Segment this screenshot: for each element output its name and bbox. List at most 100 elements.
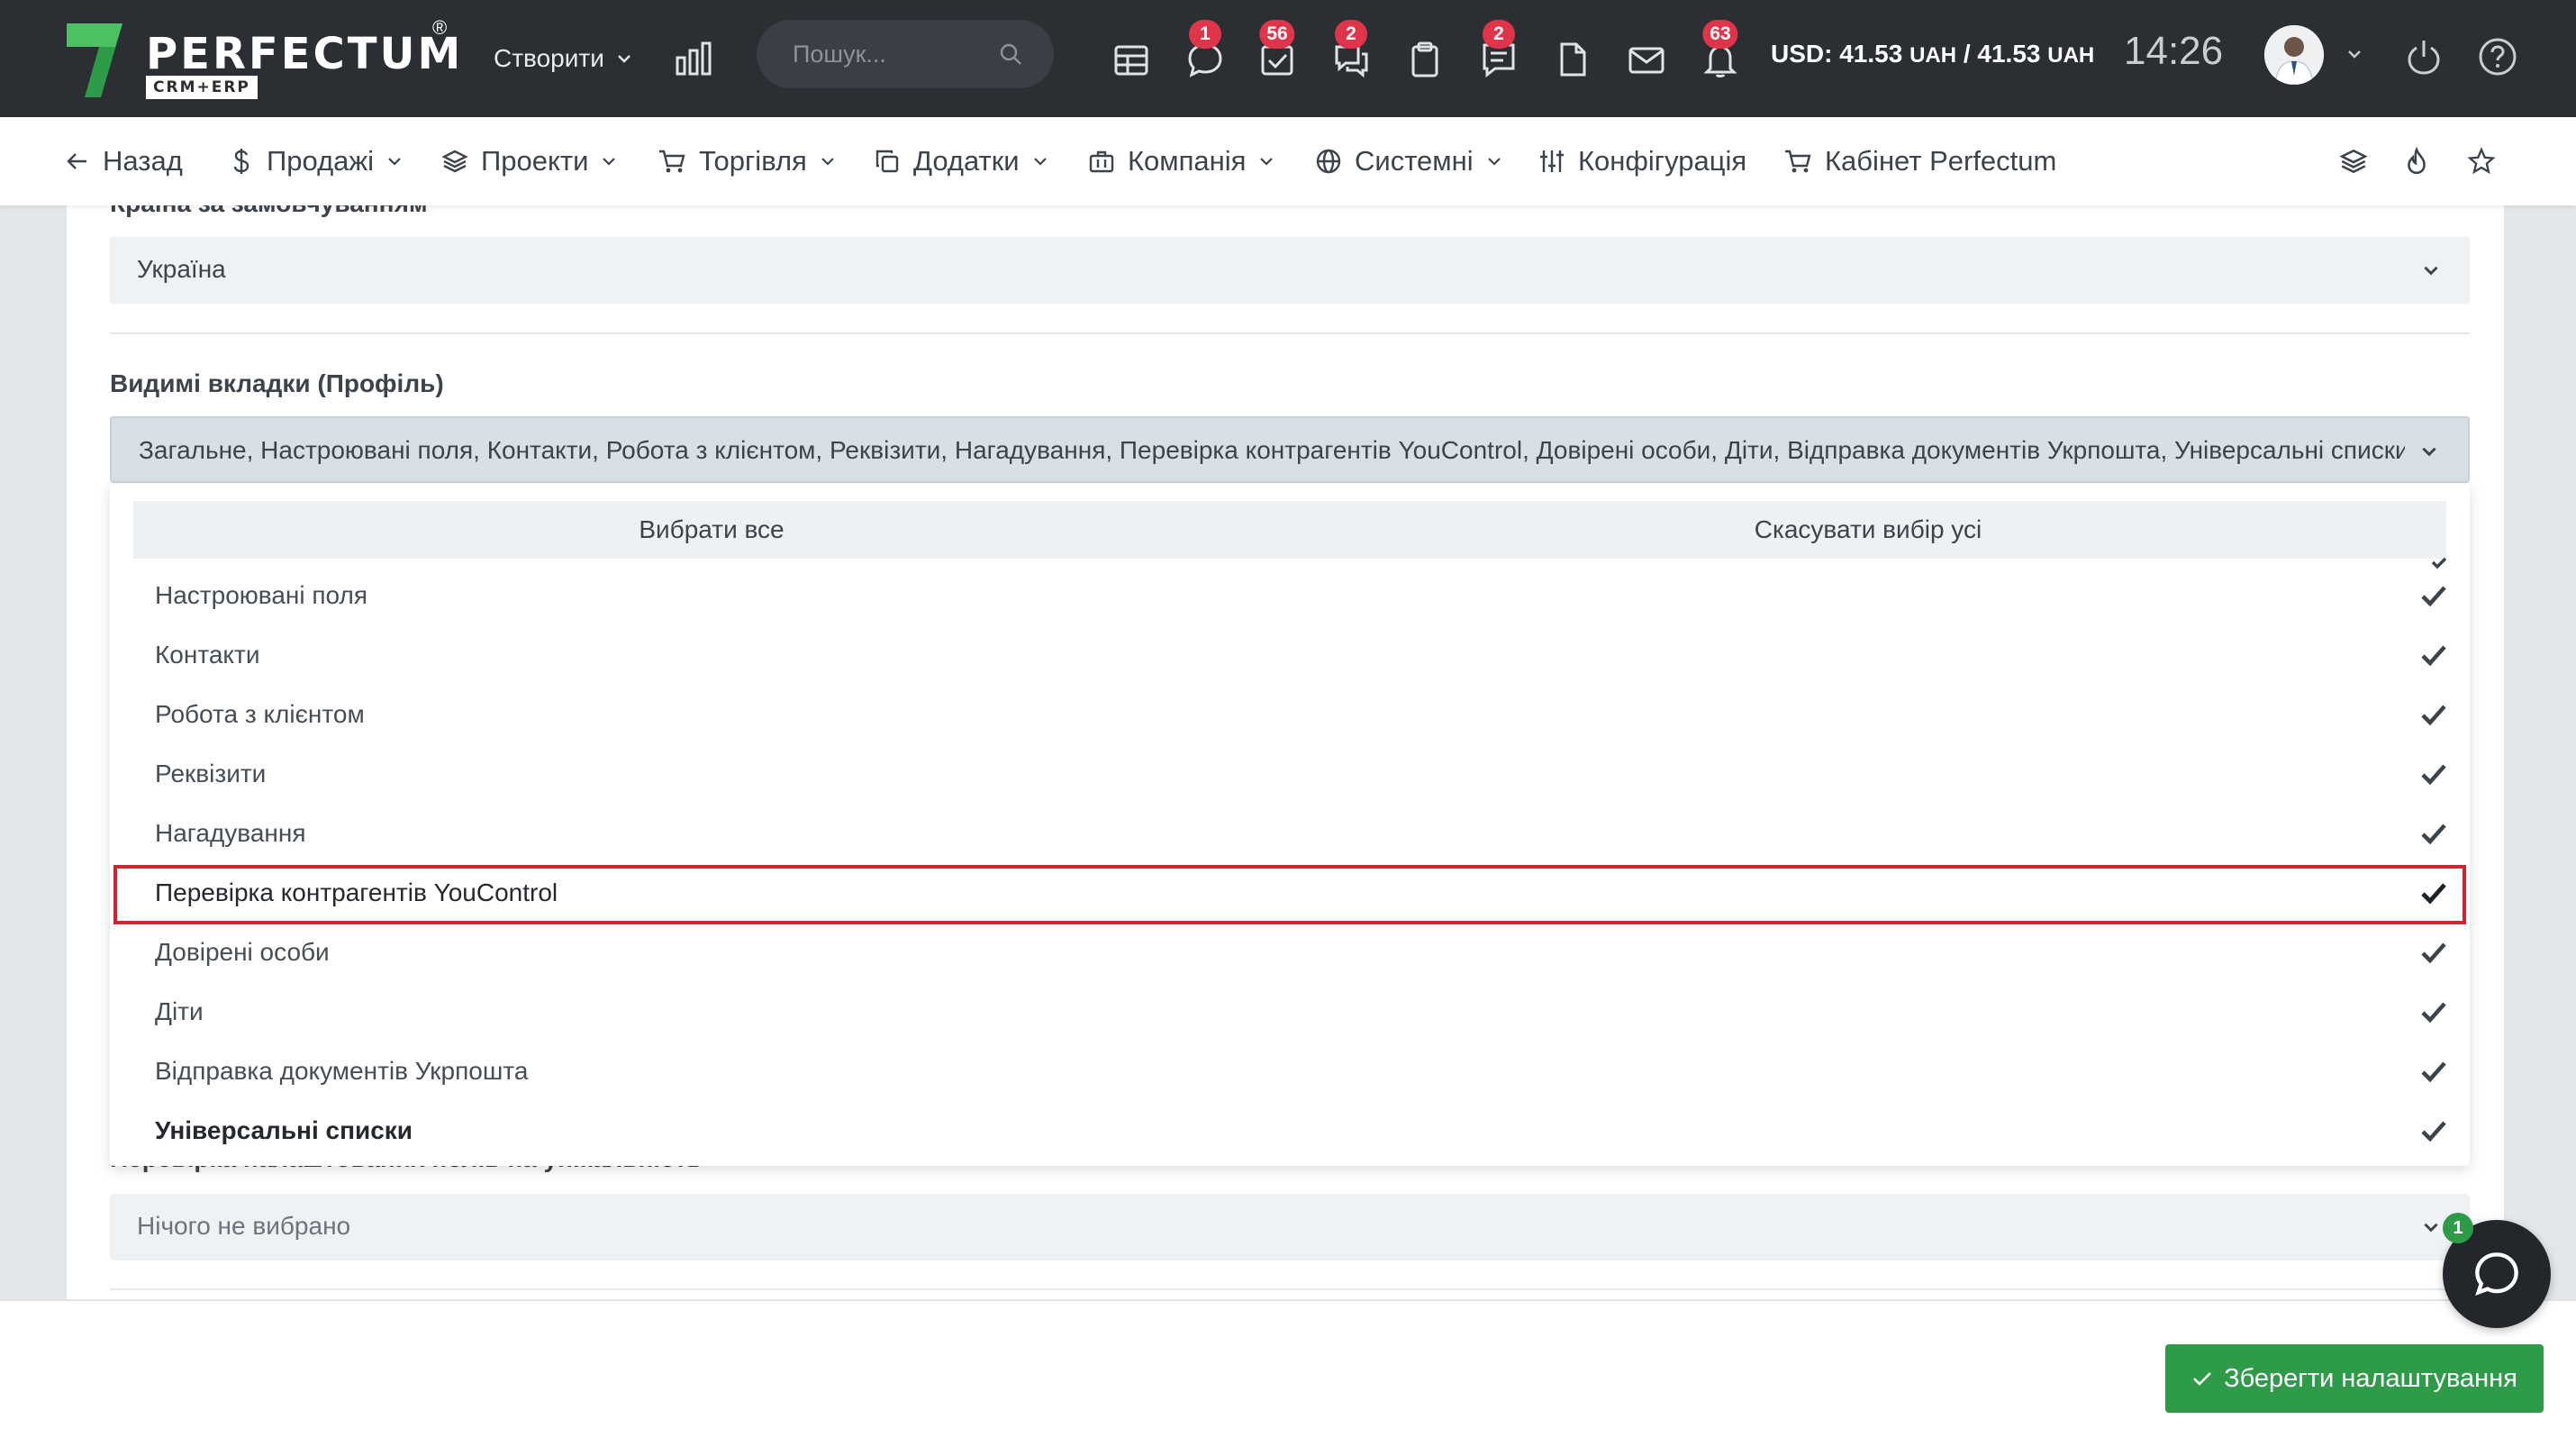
dropdown-option-label: Перевірка контрагентів YouControl [155,878,558,906]
dropdown-option-label: Реквізити [155,760,267,787]
chat-bubble-icon[interactable]: 1 [1180,20,1230,85]
calendar-icon[interactable] [1106,34,1156,85]
navigation-bar: Назад Продажі Проекти Торгівля Додатки К… [0,117,2576,205]
dropdown-option-label: Контакти [155,641,260,669]
dropdown-option-highlighted[interactable]: Перевірка контрагентів YouControl [113,865,2466,924]
dollar-icon [229,148,254,175]
globe-icon [1315,148,1342,175]
dropdown-option-label: Нагадування [155,819,306,847]
help-icon[interactable] [2473,32,2522,81]
star-icon[interactable] [2461,141,2502,182]
comments-icon[interactable]: 2 [1326,20,1376,85]
check-icon [2419,819,2448,848]
support-chat-button[interactable]: 1 [2443,1213,2551,1328]
nav-system[interactable]: Системні [1315,117,1502,205]
user-avatar[interactable] [2264,25,2324,85]
layers-icon[interactable] [2333,141,2374,182]
chevron-down-icon [386,153,403,169]
nav-sales-label: Продажі [267,145,375,177]
dropdown-option[interactable]: Контакти [113,627,2466,683]
bell-icon[interactable]: 63 [1695,20,1746,85]
chevron-down-icon [1032,153,1048,169]
nav-addons-label: Додатки [913,145,1020,177]
chat-bubble-icon [2470,1247,2524,1301]
nav-trade-label: Торгівля [699,145,807,177]
nav-back[interactable]: Назад [65,117,183,205]
nav-company[interactable]: Компанія [1088,117,1274,205]
nav-config[interactable]: Конфігурація [1538,117,1746,205]
nav-sales[interactable]: Продажі [229,117,403,205]
unique-check-select[interactable]: Нічого не вибрано [110,1194,2470,1261]
bar-chart-icon[interactable] [672,36,715,79]
check-icon [2419,997,2448,1026]
dropdown-option-label: Довірені особи [155,938,330,966]
chevron-down-icon [1486,153,1502,169]
dropdown-option[interactable]: Нагадування [113,805,2466,861]
check-icon [2419,878,2448,907]
dropdown-option[interactable]: Настроювані поля [113,568,2466,623]
dropdown-option-label: Відправка документів Укрпошта [155,1057,529,1085]
check-icon [2419,1057,2448,1086]
mail-icon[interactable] [1621,34,1672,85]
country-select[interactable]: Україна [110,237,2470,304]
search-input[interactable] [793,38,1000,70]
chat-unread-badge: 1 [2443,1213,2473,1243]
check-icon [2419,1116,2448,1145]
visible-tabs-select[interactable]: Загальне, Настроювані поля, Контакти, Ро… [110,416,2470,483]
perfectum-logo[interactable]: PERFECTUM ® CRM+ERP [63,16,460,105]
logo-registered-mark: ® [432,16,448,39]
dropdown-option-label: Настроювані поля [155,581,367,609]
check-icon [2419,641,2448,669]
chat-count-badge: 1 [1189,20,1221,49]
dropdown-option[interactable]: Довірені особи [113,924,2466,980]
nav-cabinet-label: Кабінет Perfectum [1825,145,2057,177]
messages-icon[interactable]: 2 [1474,20,1524,85]
nav-config-label: Конфігурація [1578,145,1747,177]
visible-tabs-label: Видимі вкладки (Профіль) [110,369,444,397]
deselect-all-button[interactable]: Скасувати вибір усі [1290,501,2446,559]
search-box[interactable] [757,20,1054,88]
notifications-count-badge: 63 [1702,20,1738,49]
building-icon [1088,148,1115,175]
currency-unit: UAH [2047,43,2095,68]
currency-rate-prefix: USD: 41.53 [1771,40,1910,68]
cart-icon [658,148,686,175]
copy-icon [874,148,901,175]
nav-trade[interactable]: Торгівля [658,117,836,205]
flame-icon[interactable] [2396,141,2437,182]
layers-icon [441,148,468,175]
nav-company-label: Компанія [1128,145,1247,177]
nav-cabinet[interactable]: Кабінет Perfectum [1783,117,2056,205]
document-icon[interactable] [1547,34,1598,85]
logo-mark-icon [67,23,122,97]
top-bar: PERFECTUM ® CRM+ERP Створити 1 56 2 [0,0,2576,117]
dropdown-option[interactable]: Реквізити [113,746,2466,802]
clipboard-icon[interactable] [1400,34,1450,85]
dropdown-option[interactable]: Універсальні списки [113,1103,2466,1159]
currency-unit: UAH [1909,43,1957,68]
section-divider [110,1288,2470,1290]
chevron-down-icon [820,153,836,169]
nav-projects[interactable]: Проекти [441,117,617,205]
dropdown-option[interactable]: Робота з клієнтом [113,687,2466,742]
tasks-icon[interactable]: 56 [1252,20,1302,85]
save-settings-button[interactable]: Зберегти налаштування [2165,1344,2544,1413]
chevron-down-icon[interactable] [2340,40,2369,68]
create-menu-button[interactable]: Створити [494,36,633,81]
dropdown-option-label: Універсальні списки [155,1116,413,1144]
logo-subtitle: CRM+ERP [146,76,258,99]
chevron-down-icon [601,153,617,169]
sliders-icon [1538,148,1565,175]
nav-addons[interactable]: Додатки [874,117,1048,205]
search-icon[interactable] [996,40,1025,68]
select-all-button[interactable]: Вибрати все [133,501,1290,559]
nav-system-label: Системні [1355,145,1474,177]
dropdown-option[interactable]: Відправка документів Укрпошта [113,1043,2466,1099]
messages-count-badge: 2 [1483,20,1515,49]
visible-tabs-value: Загальне, Настроювані поля, Контакти, Ро… [139,436,2405,464]
power-icon[interactable] [2399,32,2448,81]
logo-text: PERFECTUM [146,29,464,79]
cart-icon [1783,148,1812,175]
check-icon [2419,581,2448,610]
dropdown-option[interactable]: Діти [113,984,2466,1040]
